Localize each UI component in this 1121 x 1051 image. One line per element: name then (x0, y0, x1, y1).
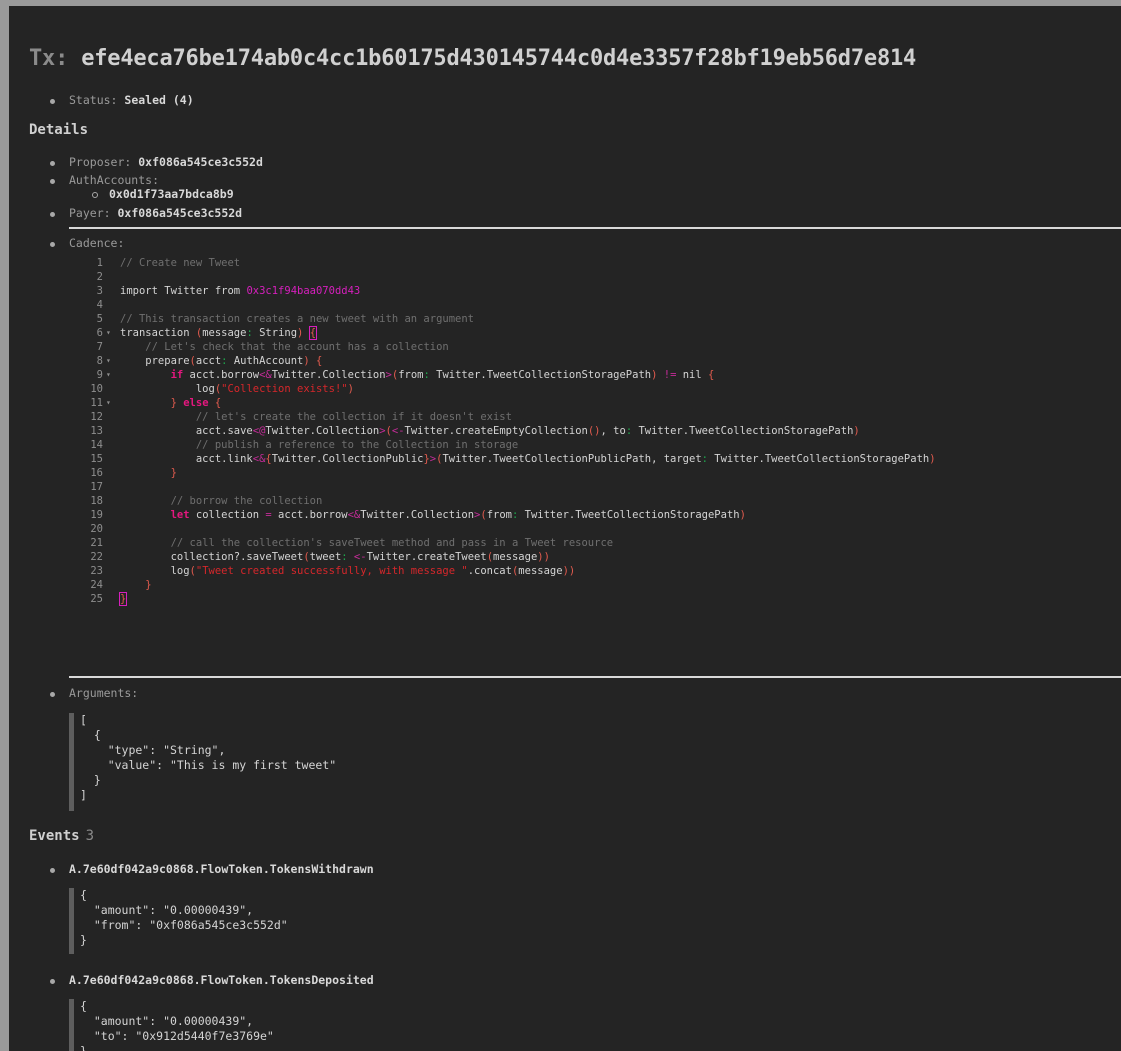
line-number: 24 (90, 579, 103, 591)
events-heading-text: Events (29, 828, 80, 844)
line-number: 22 (90, 551, 103, 563)
bullet-icon (50, 242, 55, 247)
line-number: 15 (90, 453, 103, 465)
code-text: } (118, 592, 128, 606)
bullet-icon (50, 161, 55, 166)
proposer-label: Proposer: (69, 155, 132, 169)
cadence-label: Cadence: (69, 236, 125, 250)
status-label: Status: (69, 93, 118, 107)
line-number: 12 (90, 411, 103, 423)
fold-chevron-icon[interactable]: ▾ (106, 326, 111, 340)
bullet-icon (50, 979, 55, 984)
event-json: { "amount": "0.00000439", "to": "0x912d5… (69, 999, 274, 1051)
proposer-row: Proposer: 0xf086a545ce3c552d (69, 155, 263, 169)
tx-hash: efe4eca76be174ab0c4cc1b60175d430145744c0… (81, 46, 917, 71)
line-number: 16 (90, 467, 103, 479)
event-name: A.7e60df042a9c0868.FlowToken.TokensWithd… (69, 862, 374, 876)
event-json: { "amount": "0.00000439", "from": "0xf08… (69, 888, 288, 954)
divider (69, 227, 1121, 229)
code-text: prepare(acct: AuthAccount) { (120, 355, 323, 367)
event-name: A.7e60df042a9c0868.FlowToken.TokensDepos… (69, 973, 374, 987)
code-text: acct.link<&{Twitter.CollectionPublic}>(T… (120, 453, 936, 465)
code-text: transaction (message: String) { (120, 326, 318, 340)
bullet-icon (50, 179, 55, 184)
arguments-label: Arguments: (69, 686, 139, 700)
line-number: 8 (96, 355, 103, 367)
line-number: 18 (90, 495, 103, 507)
line-number: 20 (90, 523, 103, 535)
payer-address: 0xf086a545ce3c552d (117, 206, 243, 220)
line-number: 3 (96, 285, 103, 297)
code-text: if acct.borrow<&Twitter.Collection>(from… (170, 369, 715, 381)
line-number: 7 (96, 341, 103, 353)
code-text: collection?.saveTweet(tweet: <-Twitter.c… (120, 551, 550, 563)
code-text: // Create new Tweet (120, 257, 241, 269)
line-number: 23 (90, 565, 103, 577)
line-number: 19 (90, 509, 103, 521)
code-text: // This transaction creates a new tweet … (120, 313, 475, 325)
code-text: import Twitter from 0x3c1f94baa070dd43 (120, 285, 361, 297)
line-number: 21 (90, 537, 103, 549)
bullet-icon (50, 868, 55, 873)
code-text: acct.save<@Twitter.Collection>(<-Twitter… (120, 425, 860, 437)
line-number: 14 (90, 439, 103, 451)
line-number: 17 (90, 481, 103, 493)
code-text: // let's create the collection if it doe… (195, 411, 512, 423)
line-number: 25 (90, 593, 103, 605)
auth-accounts-label: AuthAccounts: (69, 173, 160, 187)
code-text: let collection = acct.borrow<&Twitter.Co… (170, 509, 746, 521)
arguments-json: [ { "type": "String", "value": "This is … (69, 713, 336, 811)
proposer-address: 0xf086a545ce3c552d (138, 155, 263, 169)
code-text: } (170, 467, 177, 479)
circle-bullet-icon (92, 192, 98, 198)
fold-chevron-icon[interactable]: ▾ (106, 396, 111, 410)
code-text: } else { (170, 397, 222, 409)
code-text: log("Collection exists!") (120, 383, 354, 395)
payer-row: Payer: 0xf086a545ce3c552d (69, 206, 242, 220)
line-number: 10 (90, 383, 103, 395)
events-count: 3 (85, 828, 95, 844)
status-row: Status: Sealed (4) (69, 93, 194, 107)
bullet-icon (50, 212, 55, 217)
auth-account-item: 0x0d1f73aa7bdca8b9 (109, 187, 234, 201)
code-text: } (145, 579, 152, 591)
auth-account-address: 0x0d1f73aa7bdca8b9 (109, 187, 234, 201)
page: Tx: efe4eca76be174ab0c4cc1b60175d4301457… (9, 6, 1121, 1051)
line-number: 1 (96, 257, 103, 269)
line-number: 4 (96, 299, 103, 311)
line-number: 5 (96, 313, 103, 325)
line-number: 11 (90, 397, 103, 409)
payer-label: Payer: (69, 206, 111, 220)
line-number: 9 (96, 369, 103, 381)
details-heading: Details (29, 122, 89, 138)
bullet-icon (50, 99, 55, 104)
bullet-icon (50, 692, 55, 697)
line-number: 6 (96, 327, 103, 339)
code-text: // publish a reference to the Collection… (195, 439, 519, 451)
status-value: Sealed (4) (124, 93, 194, 107)
tx-title: Tx: efe4eca76be174ab0c4cc1b60175d4301457… (29, 46, 916, 71)
code-text: log("Tweet created successfully, with me… (120, 565, 576, 577)
code-text: // borrow the collection (170, 495, 323, 507)
events-heading: Events 3 (29, 828, 94, 844)
code-text: // call the collection's saveTweet metho… (170, 537, 614, 549)
line-number: 13 (90, 425, 103, 437)
tx-prefix: Tx: (29, 46, 69, 71)
fold-chevron-icon[interactable]: ▾ (106, 354, 111, 368)
divider (69, 676, 1121, 678)
fold-chevron-icon[interactable]: ▾ (106, 368, 111, 382)
line-number: 2 (96, 271, 103, 283)
code-text: // Let's check that the account has a co… (145, 341, 449, 353)
